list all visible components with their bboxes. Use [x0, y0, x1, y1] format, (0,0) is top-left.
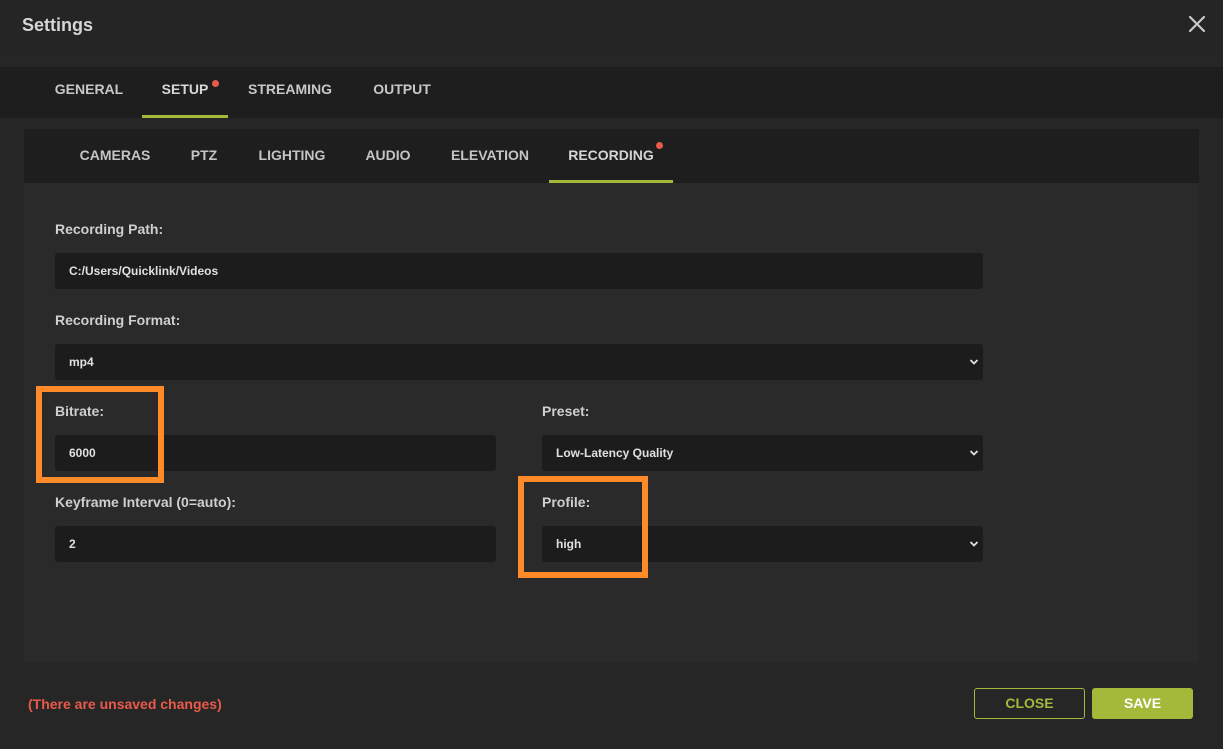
- recording-path-value: C:/Users/Quicklink/Videos: [69, 264, 219, 278]
- close-icon[interactable]: [1185, 12, 1209, 36]
- tab-streaming[interactable]: STREAMING: [238, 67, 342, 118]
- recording-format-value: mp4: [69, 355, 94, 369]
- preset-label: Preset:: [542, 403, 590, 419]
- unsaved-dot-icon: [212, 80, 219, 87]
- tab-output[interactable]: OUTPUT: [360, 67, 444, 118]
- top-tab-bar: GENERAL SETUP STREAMING OUTPUT: [0, 67, 1223, 118]
- tab-label: SETUP: [161, 81, 209, 97]
- tab-label: OUTPUT: [373, 81, 431, 97]
- title-bar: Settings: [0, 0, 1223, 52]
- chevron-down-icon: [969, 450, 979, 456]
- sub-tab-elevation[interactable]: ELEVATION: [438, 129, 542, 183]
- preset-select[interactable]: Low-Latency Quality: [542, 435, 983, 471]
- unsaved-changes-text: (There are unsaved changes): [28, 696, 222, 712]
- recording-path-input[interactable]: C:/Users/Quicklink/Videos: [55, 253, 983, 289]
- sub-tab-label: AUDIO: [365, 147, 411, 163]
- bitrate-value: 6000: [69, 446, 96, 460]
- settings-panel: CAMERAS PTZ LIGHTING AUDIO ELEVATION REC…: [24, 129, 1199, 663]
- window-title: Settings: [22, 15, 94, 35]
- keyframe-interval-input[interactable]: 2: [55, 526, 496, 562]
- tab-general[interactable]: GENERAL: [42, 67, 136, 118]
- close-button[interactable]: CLOSE: [974, 688, 1085, 719]
- sub-tab-ptz[interactable]: PTZ: [178, 129, 230, 183]
- profile-label: Profile:: [542, 494, 591, 510]
- chevron-down-icon: [969, 359, 979, 365]
- tab-setup[interactable]: SETUP: [142, 67, 228, 118]
- sub-tab-label: ELEVATION: [450, 147, 530, 163]
- recording-format-label: Recording Format:: [55, 312, 181, 328]
- tab-label: STREAMING: [248, 81, 332, 97]
- bitrate-label: Bitrate:: [55, 403, 105, 419]
- recording-path-label: Recording Path:: [55, 221, 164, 237]
- recording-format-select[interactable]: mp4: [55, 344, 983, 380]
- keyframe-interval-label: Keyframe Interval (0=auto):: [55, 494, 236, 510]
- sub-tab-audio[interactable]: AUDIO: [352, 129, 424, 183]
- sub-tab-label: CAMERAS: [79, 147, 151, 163]
- sub-tab-label: RECORDING: [568, 147, 654, 163]
- profile-value: high: [556, 537, 582, 551]
- tab-label: GENERAL: [54, 81, 124, 97]
- bitrate-input[interactable]: 6000: [55, 435, 496, 471]
- sub-tab-bar: CAMERAS PTZ LIGHTING AUDIO ELEVATION REC…: [24, 129, 1199, 183]
- save-button[interactable]: SAVE: [1092, 688, 1193, 719]
- chevron-down-icon: [969, 541, 979, 547]
- preset-value: Low-Latency Quality: [556, 446, 674, 460]
- keyframe-interval-value: 2: [69, 537, 76, 551]
- sub-tab-cameras[interactable]: CAMERAS: [66, 129, 164, 183]
- sub-tab-lighting[interactable]: LIGHTING: [246, 129, 338, 183]
- sub-tab-label: PTZ: [190, 147, 218, 163]
- sub-tab-label: LIGHTING: [258, 147, 326, 163]
- unsaved-dot-icon: [656, 142, 663, 149]
- sub-tab-recording[interactable]: RECORDING: [549, 129, 673, 183]
- profile-select[interactable]: high: [542, 526, 983, 562]
